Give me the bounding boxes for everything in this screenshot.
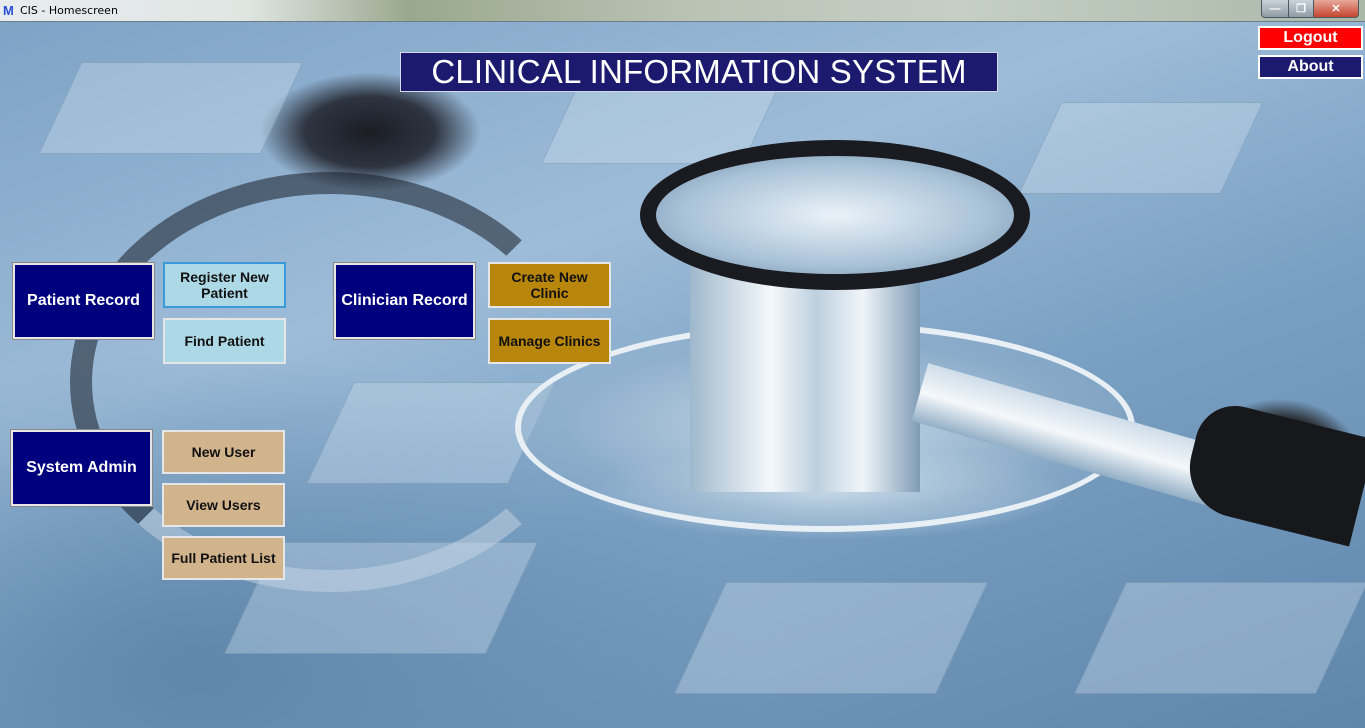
patient-record-button[interactable]: Patient Record xyxy=(13,263,154,339)
logout-button[interactable]: Logout xyxy=(1258,26,1363,50)
full-patient-list-button[interactable]: Full Patient List xyxy=(162,536,285,580)
app-logo-icon: M xyxy=(3,3,14,18)
stethoscope-tube-end xyxy=(1179,397,1365,547)
close-button[interactable]: ✕ xyxy=(1314,0,1359,18)
stethoscope-bell xyxy=(640,140,1030,290)
stethoscope-stem xyxy=(690,262,920,492)
keyboard-key-decoration xyxy=(38,62,304,154)
keyboard-key-decoration xyxy=(673,582,989,694)
minimize-icon: — xyxy=(1269,2,1281,15)
stethoscope-tubing xyxy=(70,172,590,592)
system-admin-button[interactable]: System Admin xyxy=(11,430,152,506)
view-users-button[interactable]: View Users xyxy=(162,483,285,527)
app-title-banner: CLINICAL INFORMATION SYSTEM xyxy=(400,52,998,92)
close-icon: ✕ xyxy=(1331,3,1341,15)
keyboard-key-decoration xyxy=(1018,102,1264,194)
manage-clinics-button[interactable]: Manage Clinics xyxy=(488,318,611,364)
new-user-button[interactable]: New User xyxy=(162,430,285,474)
create-new-clinic-button[interactable]: Create New Clinic xyxy=(488,262,611,308)
background-image xyxy=(0,22,1365,728)
about-button[interactable]: About xyxy=(1258,55,1363,79)
window-title: CIS - Homescreen xyxy=(20,4,118,17)
window-controls: — ❐ ✕ xyxy=(1261,0,1359,18)
clinician-record-button[interactable]: Clinician Record xyxy=(334,263,475,339)
restore-icon: ❐ xyxy=(1296,3,1306,15)
find-patient-button[interactable]: Find Patient xyxy=(163,318,286,364)
register-new-patient-button[interactable]: Register New Patient xyxy=(163,262,286,308)
minimize-button[interactable]: — xyxy=(1261,0,1289,18)
window-titlebar: M CIS - Homescreen — ❐ ✕ xyxy=(0,0,1365,22)
maximize-button[interactable]: ❐ xyxy=(1289,0,1314,18)
keyboard-key-decoration xyxy=(1073,582,1365,694)
